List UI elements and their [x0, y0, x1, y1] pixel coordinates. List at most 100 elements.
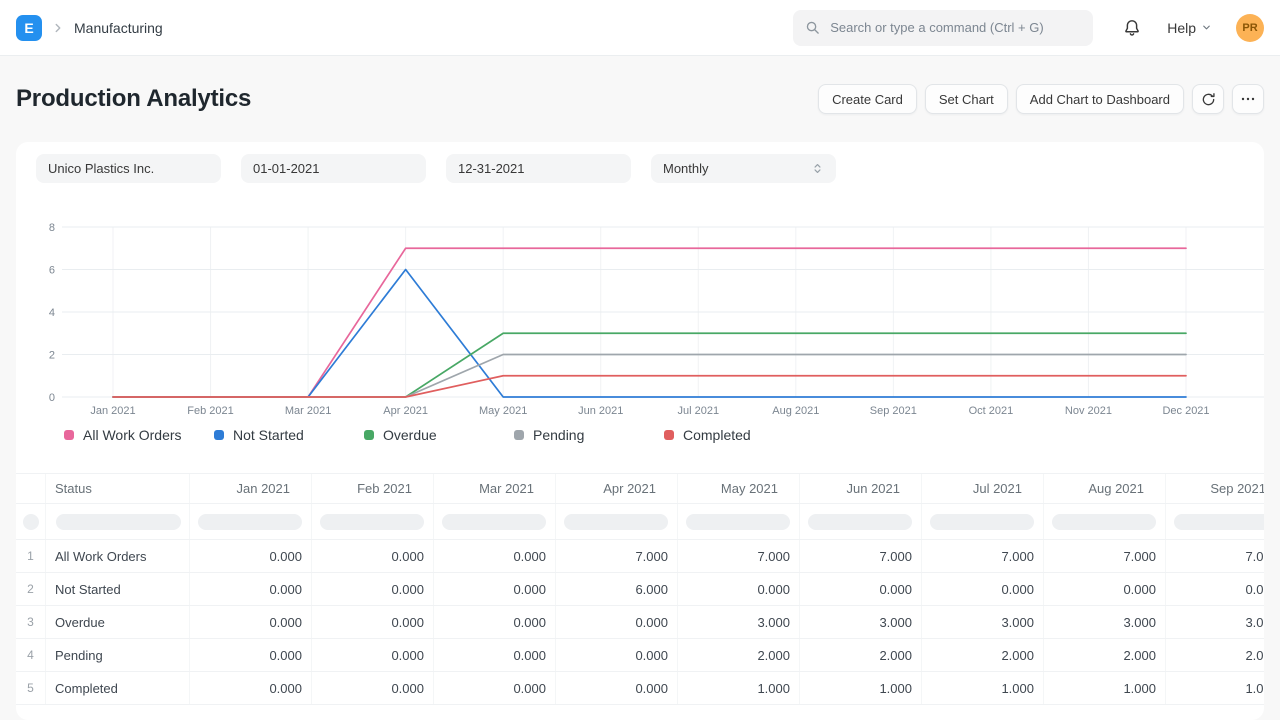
svg-text:4: 4: [49, 307, 55, 319]
column-header-jun-2021[interactable]: Jun 2021: [800, 474, 922, 503]
app-logo-letter: E: [24, 20, 33, 36]
column-filter-input[interactable]: [1052, 514, 1156, 530]
column-header-jul-2021[interactable]: Jul 2021: [922, 474, 1044, 503]
column-header-status[interactable]: Status: [46, 474, 190, 503]
value-cell: 0.000: [556, 606, 678, 638]
filter-cell: [556, 504, 678, 539]
global-search[interactable]: [793, 10, 1093, 46]
legend-dot: [664, 430, 674, 440]
legend-label: All Work Orders: [83, 427, 182, 443]
filters-bar: Monthly: [16, 142, 1264, 183]
help-menu[interactable]: Help: [1167, 20, 1212, 36]
value-cell: 0.000: [312, 672, 434, 704]
legend-item-completed[interactable]: Completed: [664, 427, 814, 443]
svg-text:Mar 2021: Mar 2021: [285, 405, 331, 417]
filter-cell: [800, 504, 922, 539]
chart-legend: All Work Orders Not Started Overdue Pending…: [64, 427, 1248, 443]
column-header-sep-2021[interactable]: Sep 2021: [1166, 474, 1264, 503]
table-row[interactable]: 4Pending0.0000.0000.0000.0002.0002.0002.…: [16, 639, 1264, 672]
app-root: E Manufacturing Help: [0, 0, 1280, 720]
column-filter-input[interactable]: [808, 514, 912, 530]
value-cell: 0.000: [922, 573, 1044, 605]
filter-cell: [312, 504, 434, 539]
value-cell: 0.000: [190, 672, 312, 704]
to-date-filter[interactable]: [446, 154, 631, 183]
value-cell: 0.000: [1044, 573, 1166, 605]
legend-dot: [64, 430, 74, 440]
column-header-may-2021[interactable]: May 2021: [678, 474, 800, 503]
column-filter-input[interactable]: [320, 514, 424, 530]
column-header-feb-2021[interactable]: Feb 2021: [312, 474, 434, 503]
table-header-row: StatusJan 2021Feb 2021Mar 2021Apr 2021Ma…: [16, 474, 1264, 504]
value-cell: 0.000: [800, 573, 922, 605]
value-cell: 6.000: [556, 573, 678, 605]
value-cell: 0.000: [434, 639, 556, 671]
column-filter-input[interactable]: [442, 514, 546, 530]
column-header-jan-2021[interactable]: Jan 2021: [190, 474, 312, 503]
row-number: 3: [16, 606, 46, 638]
set-chart-button[interactable]: Set Chart: [925, 84, 1008, 114]
breadcrumb[interactable]: Manufacturing: [74, 20, 163, 36]
legend-item-overdue[interactable]: Overdue: [364, 427, 514, 443]
value-cell: 1.000: [922, 672, 1044, 704]
row-number: 5: [16, 672, 46, 704]
legend-label: Overdue: [383, 427, 437, 443]
row-number: 1: [16, 540, 46, 572]
refresh-icon: [1201, 92, 1216, 107]
status-cell: All Work Orders: [46, 540, 190, 572]
column-filter-input[interactable]: [23, 514, 39, 530]
svg-text:Sep 2021: Sep 2021: [870, 405, 917, 417]
column-filter-input[interactable]: [686, 514, 790, 530]
row-number: 2: [16, 573, 46, 605]
value-cell: 0.000: [312, 540, 434, 572]
bell-icon: [1123, 19, 1141, 37]
production-analytics-line-chart: Jan 2021Feb 2021Mar 2021Apr 2021May 2021…: [32, 211, 1264, 421]
table-row[interactable]: 1All Work Orders0.0000.0000.0007.0007.00…: [16, 540, 1264, 573]
legend-dot: [364, 430, 374, 440]
from-date-filter[interactable]: [241, 154, 426, 183]
app-logo[interactable]: E: [16, 15, 42, 41]
notifications-button[interactable]: [1119, 15, 1145, 41]
value-cell: 2.000: [922, 639, 1044, 671]
status-cell: Not Started: [46, 573, 190, 605]
column-header-apr-2021[interactable]: Apr 2021: [556, 474, 678, 503]
table-row[interactable]: 3Overdue0.0000.0000.0000.0003.0003.0003.…: [16, 606, 1264, 639]
svg-text:6: 6: [49, 265, 55, 277]
row-number: 4: [16, 639, 46, 671]
value-cell: 0.000: [312, 573, 434, 605]
table-row[interactable]: 2Not Started0.0000.0000.0006.0000.0000.0…: [16, 573, 1264, 606]
add-chart-to-dashboard-button[interactable]: Add Chart to Dashboard: [1016, 84, 1184, 114]
table-row[interactable]: 5Completed0.0000.0000.0000.0001.0001.000…: [16, 672, 1264, 705]
search-input[interactable]: [828, 19, 1081, 36]
legend-label: Pending: [533, 427, 584, 443]
refresh-button[interactable]: [1192, 84, 1224, 114]
avatar[interactable]: PR: [1236, 14, 1264, 42]
value-cell: 1.000: [1166, 672, 1264, 704]
column-filter-input[interactable]: [198, 514, 302, 530]
svg-text:Jan 2021: Jan 2021: [90, 405, 135, 417]
legend-item-all-work-orders[interactable]: All Work Orders: [64, 427, 214, 443]
value-cell: 3.000: [922, 606, 1044, 638]
filter-cell: [922, 504, 1044, 539]
range-select[interactable]: Monthly: [651, 154, 836, 183]
create-card-button[interactable]: Create Card: [818, 84, 917, 114]
page-title: Production Analytics: [16, 85, 251, 113]
more-menu-button[interactable]: [1232, 84, 1264, 114]
value-cell: 0.000: [190, 540, 312, 572]
value-cell: 2.000: [678, 639, 800, 671]
value-cell: 0.000: [434, 540, 556, 572]
column-header-mar-2021[interactable]: Mar 2021: [434, 474, 556, 503]
column-filter-input[interactable]: [564, 514, 668, 530]
svg-text:0: 0: [49, 392, 55, 404]
value-cell: 0.000: [190, 573, 312, 605]
column-header-aug-2021[interactable]: Aug 2021: [1044, 474, 1166, 503]
column-filter-input[interactable]: [56, 514, 181, 530]
company-filter[interactable]: [36, 154, 221, 183]
svg-text:Apr 2021: Apr 2021: [383, 405, 428, 417]
column-filter-input[interactable]: [1174, 514, 1264, 530]
value-cell: 0.000: [678, 573, 800, 605]
report-table: StatusJan 2021Feb 2021Mar 2021Apr 2021Ma…: [16, 473, 1264, 705]
legend-item-not-started[interactable]: Not Started: [214, 427, 364, 443]
column-filter-input[interactable]: [930, 514, 1034, 530]
legend-item-pending[interactable]: Pending: [514, 427, 664, 443]
